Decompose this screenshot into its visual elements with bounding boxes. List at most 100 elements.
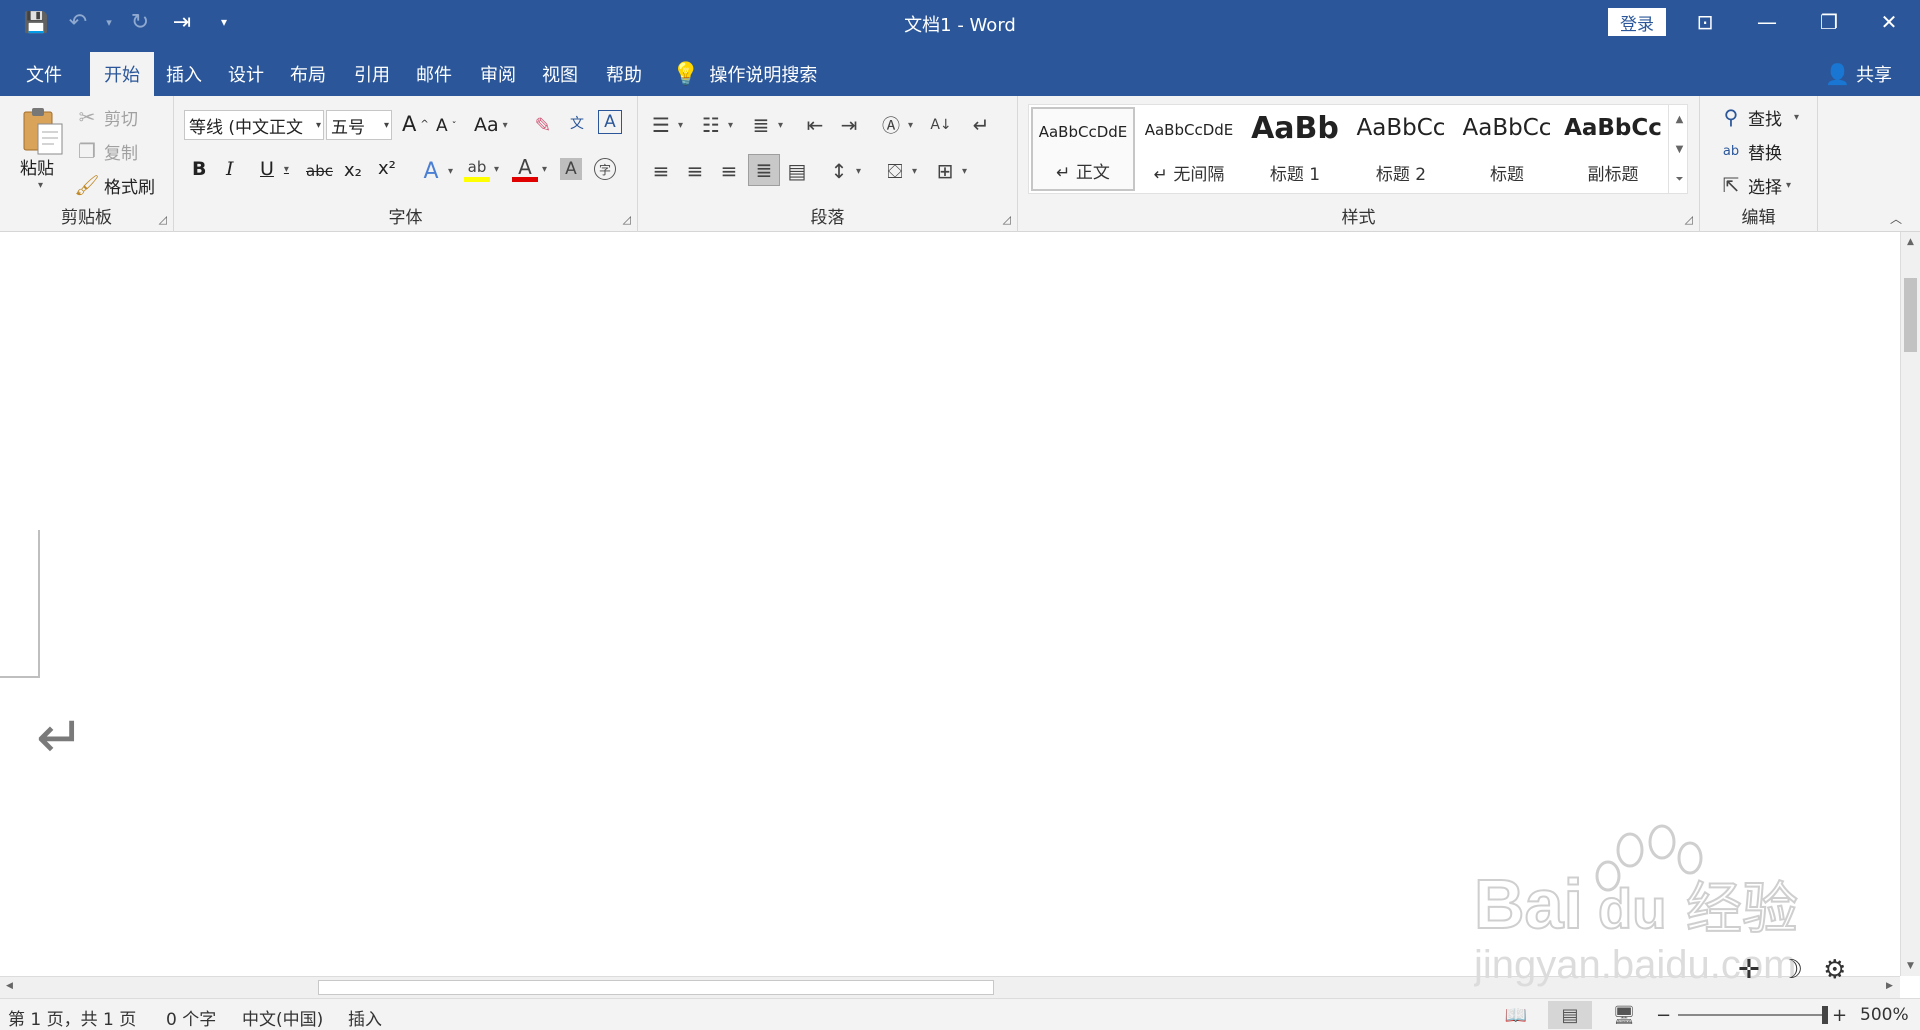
select-button[interactable]: ⇱ 选择 ▾ <box>1718 172 1791 198</box>
restore-icon[interactable]: ❐ <box>1798 0 1860 44</box>
font-size-combo[interactable]: 五号 ▾ <box>326 110 392 140</box>
copy-button[interactable]: ❐ 复制 <box>74 138 138 164</box>
gallery-up-icon[interactable]: ▲ <box>1669 104 1690 134</box>
style-item-heading-1[interactable]: AaBb 标题 1 <box>1243 107 1347 191</box>
undo-dropdown-icon[interactable]: ▾ <box>102 16 116 29</box>
horizontal-scroll-thumb[interactable] <box>318 980 994 995</box>
paste-dropdown-icon[interactable]: ▾ <box>38 180 43 191</box>
shrink-font-button[interactable]: Aˇ <box>436 116 457 136</box>
align-right-button[interactable]: ≡ <box>716 158 742 184</box>
tab-design[interactable]: 设计 <box>214 52 278 96</box>
replace-button[interactable]: ab 替换 <box>1718 138 1782 164</box>
highlight-button[interactable]: ab ▾ <box>464 156 499 182</box>
font-size-dropdown-icon[interactable]: ▾ <box>384 120 389 131</box>
character-border-button[interactable]: A <box>598 110 622 134</box>
styles-dialog-launcher-icon[interactable]: ◿ <box>1685 213 1693 226</box>
multilevel-list-button[interactable]: ≣ ▾ <box>748 112 783 138</box>
format-painter-button[interactable]: 🖌 格式刷 <box>74 172 155 198</box>
font-name-dropdown-icon[interactable]: ▾ <box>316 120 321 131</box>
cut-button[interactable]: ✂ 剪切 <box>74 104 138 130</box>
enclose-characters-button[interactable]: 字 <box>594 158 616 180</box>
close-icon[interactable]: ✕ <box>1858 0 1920 44</box>
customize-qat-icon[interactable]: ▾ <box>206 6 242 38</box>
vertical-scroll-thumb[interactable] <box>1904 278 1917 352</box>
tab-view[interactable]: 视图 <box>528 52 592 96</box>
bullets-button[interactable]: ☰ ▾ <box>648 112 683 138</box>
read-mode-icon[interactable]: 📖 <box>1494 1001 1538 1029</box>
vertical-scrollbar[interactable]: ▲ ▼ <box>1900 232 1920 976</box>
phonetic-guide-button[interactable]: 文 <box>564 110 590 136</box>
zoom-slider-thumb[interactable] <box>1822 1006 1828 1024</box>
document-canvas[interactable] <box>0 232 1900 976</box>
gallery-down-icon[interactable]: ▼ <box>1669 134 1690 164</box>
align-left-button[interactable]: ≡ <box>648 158 674 184</box>
scroll-up-icon[interactable]: ▲ <box>1901 232 1920 252</box>
character-shading-button[interactable]: A <box>560 158 582 180</box>
paragraph-dialog-launcher-icon[interactable]: ◿ <box>1003 213 1011 226</box>
zoom-level[interactable]: 500% <box>1860 1005 1909 1025</box>
ribbon-display-options-icon[interactable]: ⊡ <box>1674 0 1736 44</box>
zoom-in-button[interactable]: + <box>1832 1005 1847 1026</box>
decrease-indent-button[interactable]: ⇤ <box>802 112 828 138</box>
horizontal-scrollbar[interactable]: ◀ ▶ <box>0 976 1900 998</box>
tab-layout[interactable]: 布局 <box>276 52 340 96</box>
zoom-slider-track[interactable] <box>1678 1014 1826 1016</box>
style-item-title[interactable]: AaBbCc 标题 <box>1455 107 1559 191</box>
redo-icon[interactable]: ↻ <box>122 6 158 38</box>
italic-button[interactable]: I <box>226 158 234 180</box>
collapse-ribbon-icon[interactable]: ︿ <box>1890 210 1902 227</box>
web-layout-icon[interactable]: 🖥 <box>1602 1001 1646 1029</box>
page-count[interactable]: 第 1 页，共 1 页 <box>8 1005 136 1030</box>
tab-references[interactable]: 引用 <box>340 52 404 96</box>
tab-help[interactable]: 帮助 <box>592 52 656 96</box>
tab-mailings[interactable]: 邮件 <box>402 52 466 96</box>
gear-icon[interactable]: ⚙ <box>1823 955 1846 985</box>
clipboard-dialog-launcher-icon[interactable]: ◿ <box>159 213 167 226</box>
language-indicator[interactable]: 中文(中国) <box>242 1005 323 1030</box>
word-count[interactable]: 0 个字 <box>166 1005 216 1030</box>
font-color-button[interactable]: A ▾ <box>512 155 547 182</box>
sort-button[interactable]: A↓ <box>928 112 954 138</box>
text-effects-button[interactable]: A ▾ <box>418 158 453 184</box>
distributed-button[interactable]: ▤ <box>784 158 810 184</box>
moon-icon[interactable]: ☽ <box>1780 955 1803 985</box>
touch-mode-icon[interactable]: ⇥ <box>164 6 200 38</box>
save-icon[interactable]: 💾 <box>18 6 54 38</box>
strikethrough-button[interactable]: abc <box>306 162 333 180</box>
crosshair-icon[interactable]: ✛ <box>1738 955 1760 985</box>
scroll-down-icon[interactable]: ▼ <box>1901 956 1920 976</box>
underline-button[interactable]: U ▾ <box>260 158 289 180</box>
tell-me-search[interactable]: 💡 操作说明搜索 <box>672 52 817 96</box>
shading-button[interactable]: ⛋ ▾ <box>882 158 917 184</box>
clear-formatting-button[interactable]: ✎ <box>530 112 556 138</box>
minimize-icon[interactable]: — <box>1736 0 1798 44</box>
chinese-layout-button[interactable]: Ⓐ ▾ <box>878 112 913 138</box>
tab-insert[interactable]: 插入 <box>152 52 216 96</box>
line-spacing-button[interactable]: ↕ ▾ <box>826 158 861 184</box>
login-button[interactable]: 登录 <box>1608 8 1666 36</box>
increase-indent-button[interactable]: ⇥ <box>836 112 862 138</box>
tab-review[interactable]: 审阅 <box>466 52 530 96</box>
paste-icon[interactable] <box>20 106 66 156</box>
find-button[interactable]: ⚲ 查找 ▾ <box>1718 104 1799 130</box>
gallery-more-icon[interactable]: ⏷ <box>1669 164 1690 194</box>
zoom-out-button[interactable]: − <box>1656 1005 1671 1026</box>
undo-icon[interactable]: ↶ <box>60 6 96 38</box>
show-hide-marks-button[interactable]: ↵ <box>968 112 994 138</box>
superscript-button[interactable]: x² <box>378 158 396 179</box>
insert-mode-indicator[interactable]: 插入 <box>348 1005 382 1030</box>
scroll-right-icon[interactable]: ▶ <box>1886 981 1893 991</box>
grow-font-button[interactable]: A ^ <box>402 112 429 136</box>
justify-button[interactable]: ≣ <box>748 154 780 186</box>
font-name-combo[interactable]: 等线 (中文正文 ▾ <box>184 110 324 140</box>
style-item-normal[interactable]: AaBbCcDdE ↵ 正文 <box>1031 107 1135 191</box>
borders-button[interactable]: ⊞ ▾ <box>932 158 967 184</box>
font-dialog-launcher-icon[interactable]: ◿ <box>623 213 631 226</box>
style-item-subtitle[interactable]: AaBbCc 副标题 <box>1561 107 1665 191</box>
change-case-button[interactable]: Aa ▾ <box>474 114 508 136</box>
bold-button[interactable]: B <box>192 158 206 180</box>
numbering-button[interactable]: ☷ ▾ <box>698 112 733 138</box>
share-button[interactable]: 👤 共享 <box>1825 52 1892 96</box>
align-center-button[interactable]: ≡ <box>682 158 708 184</box>
subscript-button[interactable]: x₂ <box>344 160 362 181</box>
